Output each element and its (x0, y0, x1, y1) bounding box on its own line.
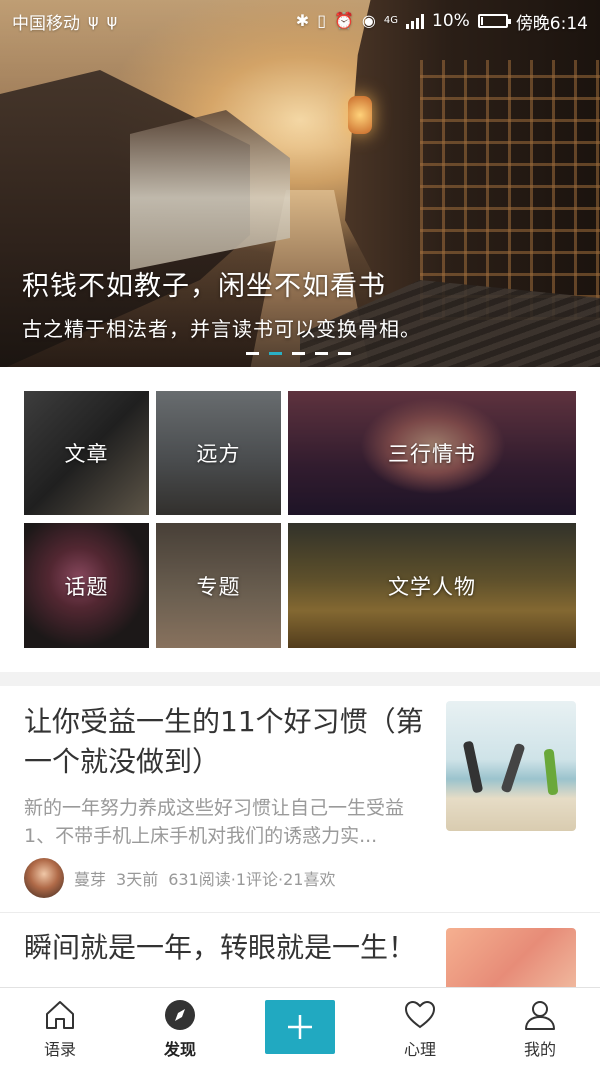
banner-subtitle: 古之精于相法者，并言读书可以变换骨相。 (22, 317, 421, 341)
plus-icon (288, 1015, 312, 1039)
alarm-icon: ⏰ (334, 11, 354, 30)
user-icon (525, 1001, 555, 1030)
pagination-dot[interactable] (315, 352, 328, 355)
category-label: 文章 (64, 442, 109, 466)
nav-item-psychology[interactable]: 心理 (360, 988, 480, 1067)
pagination-dot[interactable] (246, 352, 259, 355)
category-tile-articles[interactable]: 文章 (24, 391, 149, 515)
carrier-label: 中国移动 (12, 13, 80, 34)
author-name[interactable]: 蔓芽 (74, 866, 106, 890)
banner-title: 积钱不如教子，闲坐不如看书 (22, 271, 386, 302)
battery-icon (477, 14, 511, 28)
category-label: 远方 (196, 442, 241, 466)
clock: 傍晚6:14 (515, 13, 588, 34)
pagination-dot[interactable] (269, 352, 282, 355)
battery-percent: 10% (432, 11, 470, 31)
heart-icon (404, 1000, 436, 1029)
banner-image-lantern (348, 96, 372, 134)
article-meta: 蔓芽 3天前 631阅读·1评论·21喜欢 (24, 858, 335, 898)
category-label: 三行情书 (388, 442, 476, 466)
article-thumbnail (446, 701, 576, 831)
avatar[interactable] (24, 858, 64, 898)
post-time: 3天前 (116, 870, 159, 889)
nav-label: 发现 (163, 1040, 196, 1059)
status-bar: 中国移动 ψ ψ ✱ ▯ ⏰ ◉ 4G 10% 傍晚6:14 (0, 0, 600, 42)
hero-banner[interactable]: 积钱不如教子，闲坐不如看书 古之精于相法者，并言读书可以变换骨相。 (0, 0, 600, 367)
article-title: 瞬间就是一年，转眼就是一生！ (24, 931, 417, 964)
pagination-dot[interactable] (338, 352, 351, 355)
category-tile-love-letters[interactable]: 三行情书 (288, 391, 576, 515)
category-tile-topics[interactable]: 话题 (24, 523, 149, 648)
article-stats: 631阅读·1评论·21喜欢 (168, 870, 336, 889)
banner-image-house-mid (130, 110, 290, 270)
nav-item-quotes[interactable]: 语录 (0, 988, 120, 1067)
nav-item-discover[interactable]: 发现 (120, 988, 240, 1067)
banner-pagination (246, 352, 351, 355)
article-excerpt: 新的一年努力养成这些好习惯让自己一生受益1、不带手机上床手机对我们的诱惑力实..… (24, 797, 405, 847)
article-card[interactable]: 瞬间就是一年，转眼就是一生！ (0, 914, 600, 987)
network-type-label: 4G (383, 15, 399, 26)
article-title: 让你受益一生的11个好习惯（第一个就没做到） (24, 705, 424, 778)
thumbnail-figure (500, 742, 526, 794)
pagination-dot[interactable] (292, 352, 305, 355)
category-label: 话题 (64, 574, 109, 599)
thumbnail-figure (462, 740, 484, 794)
vibrate-icon: ▯ (317, 11, 326, 30)
bluetooth-icon: ✱ (295, 11, 310, 30)
nav-label: 语录 (43, 1040, 76, 1059)
category-label: 文学人物 (388, 574, 476, 599)
nav-item-add[interactable] (240, 988, 360, 1067)
nav-label: 心理 (403, 1040, 436, 1059)
article-thumbnail (446, 928, 576, 987)
category-tile-specials[interactable]: 专题 (156, 523, 281, 648)
signal-icon (406, 13, 425, 29)
add-button[interactable] (265, 1000, 335, 1054)
eye-icon: ◉ (361, 11, 376, 30)
category-label: 专题 (196, 574, 241, 599)
section-divider (0, 672, 600, 686)
thumbnail-figure (543, 748, 559, 796)
nav-label: 我的 (523, 1040, 556, 1059)
category-grid: 文章 远方 三行情书 话题 专题 文学人物 (24, 391, 576, 648)
compass-icon (165, 1000, 195, 1030)
nav-item-profile[interactable]: 我的 (480, 988, 600, 1067)
home-icon (46, 1001, 74, 1029)
article-card[interactable]: 让你受益一生的11个好习惯（第一个就没做到） 新的一年努力养成这些好习惯让自己一… (0, 686, 600, 913)
banner-image-windows (420, 60, 600, 320)
bottom-navigation: 语录 发现 心理 我的 (0, 987, 600, 1067)
usb-icon: ψ (88, 11, 99, 30)
usb-icon: ψ (106, 11, 118, 30)
category-tile-literary-figures[interactable]: 文学人物 (288, 523, 576, 648)
category-tile-faraway[interactable]: 远方 (156, 391, 281, 515)
